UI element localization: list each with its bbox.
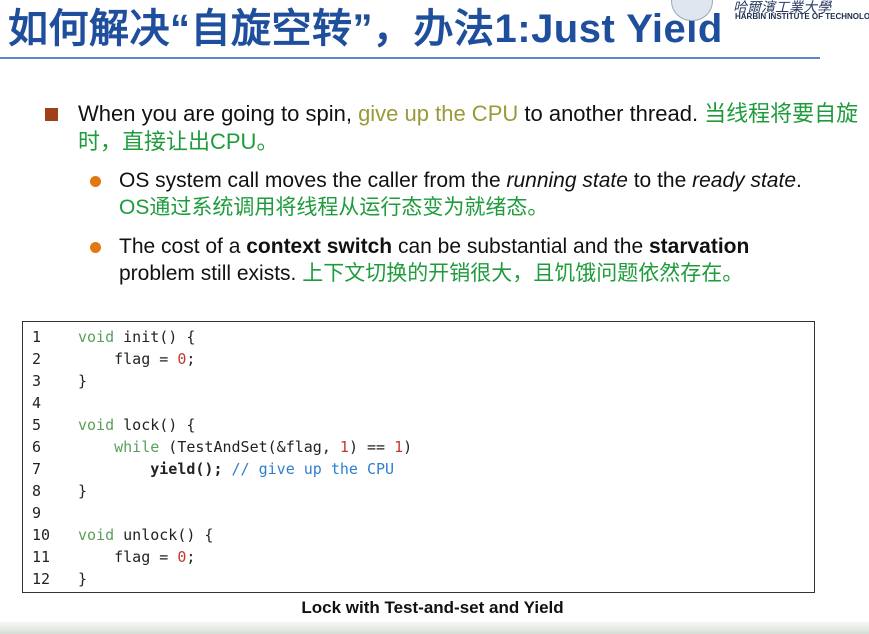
text-run: to the — [627, 169, 693, 192]
bullet-text: When you are going to spin, give up the … — [78, 100, 868, 156]
code-line: 6 while (TestAndSet(&flag, 1) == 1) — [32, 436, 412, 458]
title-divider — [0, 57, 820, 59]
code-keyword: void — [78, 526, 115, 544]
line-number: 1 — [32, 328, 42, 346]
line-number: 4 — [32, 394, 42, 412]
code-token: (TestAndSet(&flag, — [159, 438, 340, 456]
code-token: } — [78, 570, 88, 588]
text-run: OS system call moves the caller from the — [119, 169, 507, 192]
code-line: 8} — [32, 480, 87, 502]
code-token: } — [78, 482, 88, 500]
code-comment: // give up the CPU — [231, 460, 395, 478]
code-token: unlock() { — [114, 526, 214, 544]
code-line: 2 flag = 0; — [32, 348, 195, 370]
code-line: 11 flag = 0; — [32, 546, 195, 568]
text-run: The cost of a — [119, 235, 247, 258]
line-number: 6 — [32, 438, 42, 456]
dot-bullet-icon — [90, 242, 101, 253]
chinese-translation: OS通过系统调用将线程从运行态变为就绪态。 — [119, 196, 549, 219]
code-line: 10 void unlock() { — [32, 524, 213, 546]
text-run: problem still exists. — [119, 262, 303, 285]
line-number: 12 — [32, 570, 51, 588]
code-token: flag = — [78, 548, 178, 566]
line-number: 8 — [32, 482, 42, 500]
footer-background-strip — [0, 622, 869, 634]
bullet-text: OS system call moves the caller from the… — [119, 167, 829, 221]
logo-name-text: HARBIN INSTITUTE OF TECHNOLOGY — [735, 12, 869, 21]
line-number: 7 — [32, 460, 42, 478]
text-run: to another thread. — [518, 101, 705, 126]
italic-term: running state — [506, 169, 628, 192]
code-line: 5 void lock() { — [32, 414, 195, 436]
code-listing: 1 void init() { 2 flag = 0; 3} 4 5 void lo… — [22, 321, 815, 593]
code-line: 9 — [32, 502, 78, 524]
code-line: 4 — [32, 392, 78, 414]
square-bullet-icon — [45, 108, 58, 121]
code-line: 12} — [32, 568, 87, 590]
code-line: 7 yield(); // give up the CPU — [32, 458, 394, 480]
code-line: 3} — [32, 370, 87, 392]
line-number: 2 — [32, 350, 42, 368]
code-token: flag = — [78, 350, 178, 368]
line-number: 5 — [32, 416, 42, 434]
text-run: When you are going to spin, — [78, 101, 359, 126]
slide-title: 如何解决“自旋空转”，办法1:Just Yield — [8, 7, 723, 51]
code-token: lock() { — [114, 416, 196, 434]
code-keyword: void — [78, 416, 115, 434]
text-run: . — [796, 169, 802, 192]
line-number: 3 — [32, 372, 42, 390]
code-caption: Lock with Test-and-set and Yield — [301, 598, 564, 617]
code-number: 1 — [394, 438, 404, 456]
line-number: 10 — [32, 526, 51, 544]
code-token: ; — [186, 350, 196, 368]
code-yield-call: yield(); — [150, 460, 223, 478]
highlight-text: give up the CPU — [358, 101, 519, 126]
bullet-text: The cost of a context switch can be subs… — [119, 233, 829, 287]
code-token: } — [78, 372, 88, 390]
line-number: 9 — [32, 504, 42, 522]
bold-term: context switch — [246, 235, 393, 258]
text-run: can be substantial and the — [392, 235, 649, 258]
code-keyword: void — [78, 328, 115, 346]
chinese-translation: 上下文切换的开销很大，且饥饿问题依然存在。 — [302, 262, 744, 285]
line-number: 11 — [32, 548, 51, 566]
italic-term: ready state — [692, 169, 797, 192]
seal-icon — [671, 0, 713, 21]
code-token: ; — [186, 548, 196, 566]
code-keyword: while — [114, 438, 160, 456]
university-logo: 哈爾濱工業大學 HARBIN INSTITUTE OF TECHNOLOGY — [669, 0, 869, 28]
code-line: 1 void init() { — [32, 326, 195, 348]
code-token: ) == — [348, 438, 395, 456]
bold-term: starvation — [648, 235, 750, 258]
dot-bullet-icon — [90, 176, 101, 187]
code-number: 1 — [339, 438, 349, 456]
code-token: init() { — [114, 328, 196, 346]
code-token: ) — [403, 438, 413, 456]
